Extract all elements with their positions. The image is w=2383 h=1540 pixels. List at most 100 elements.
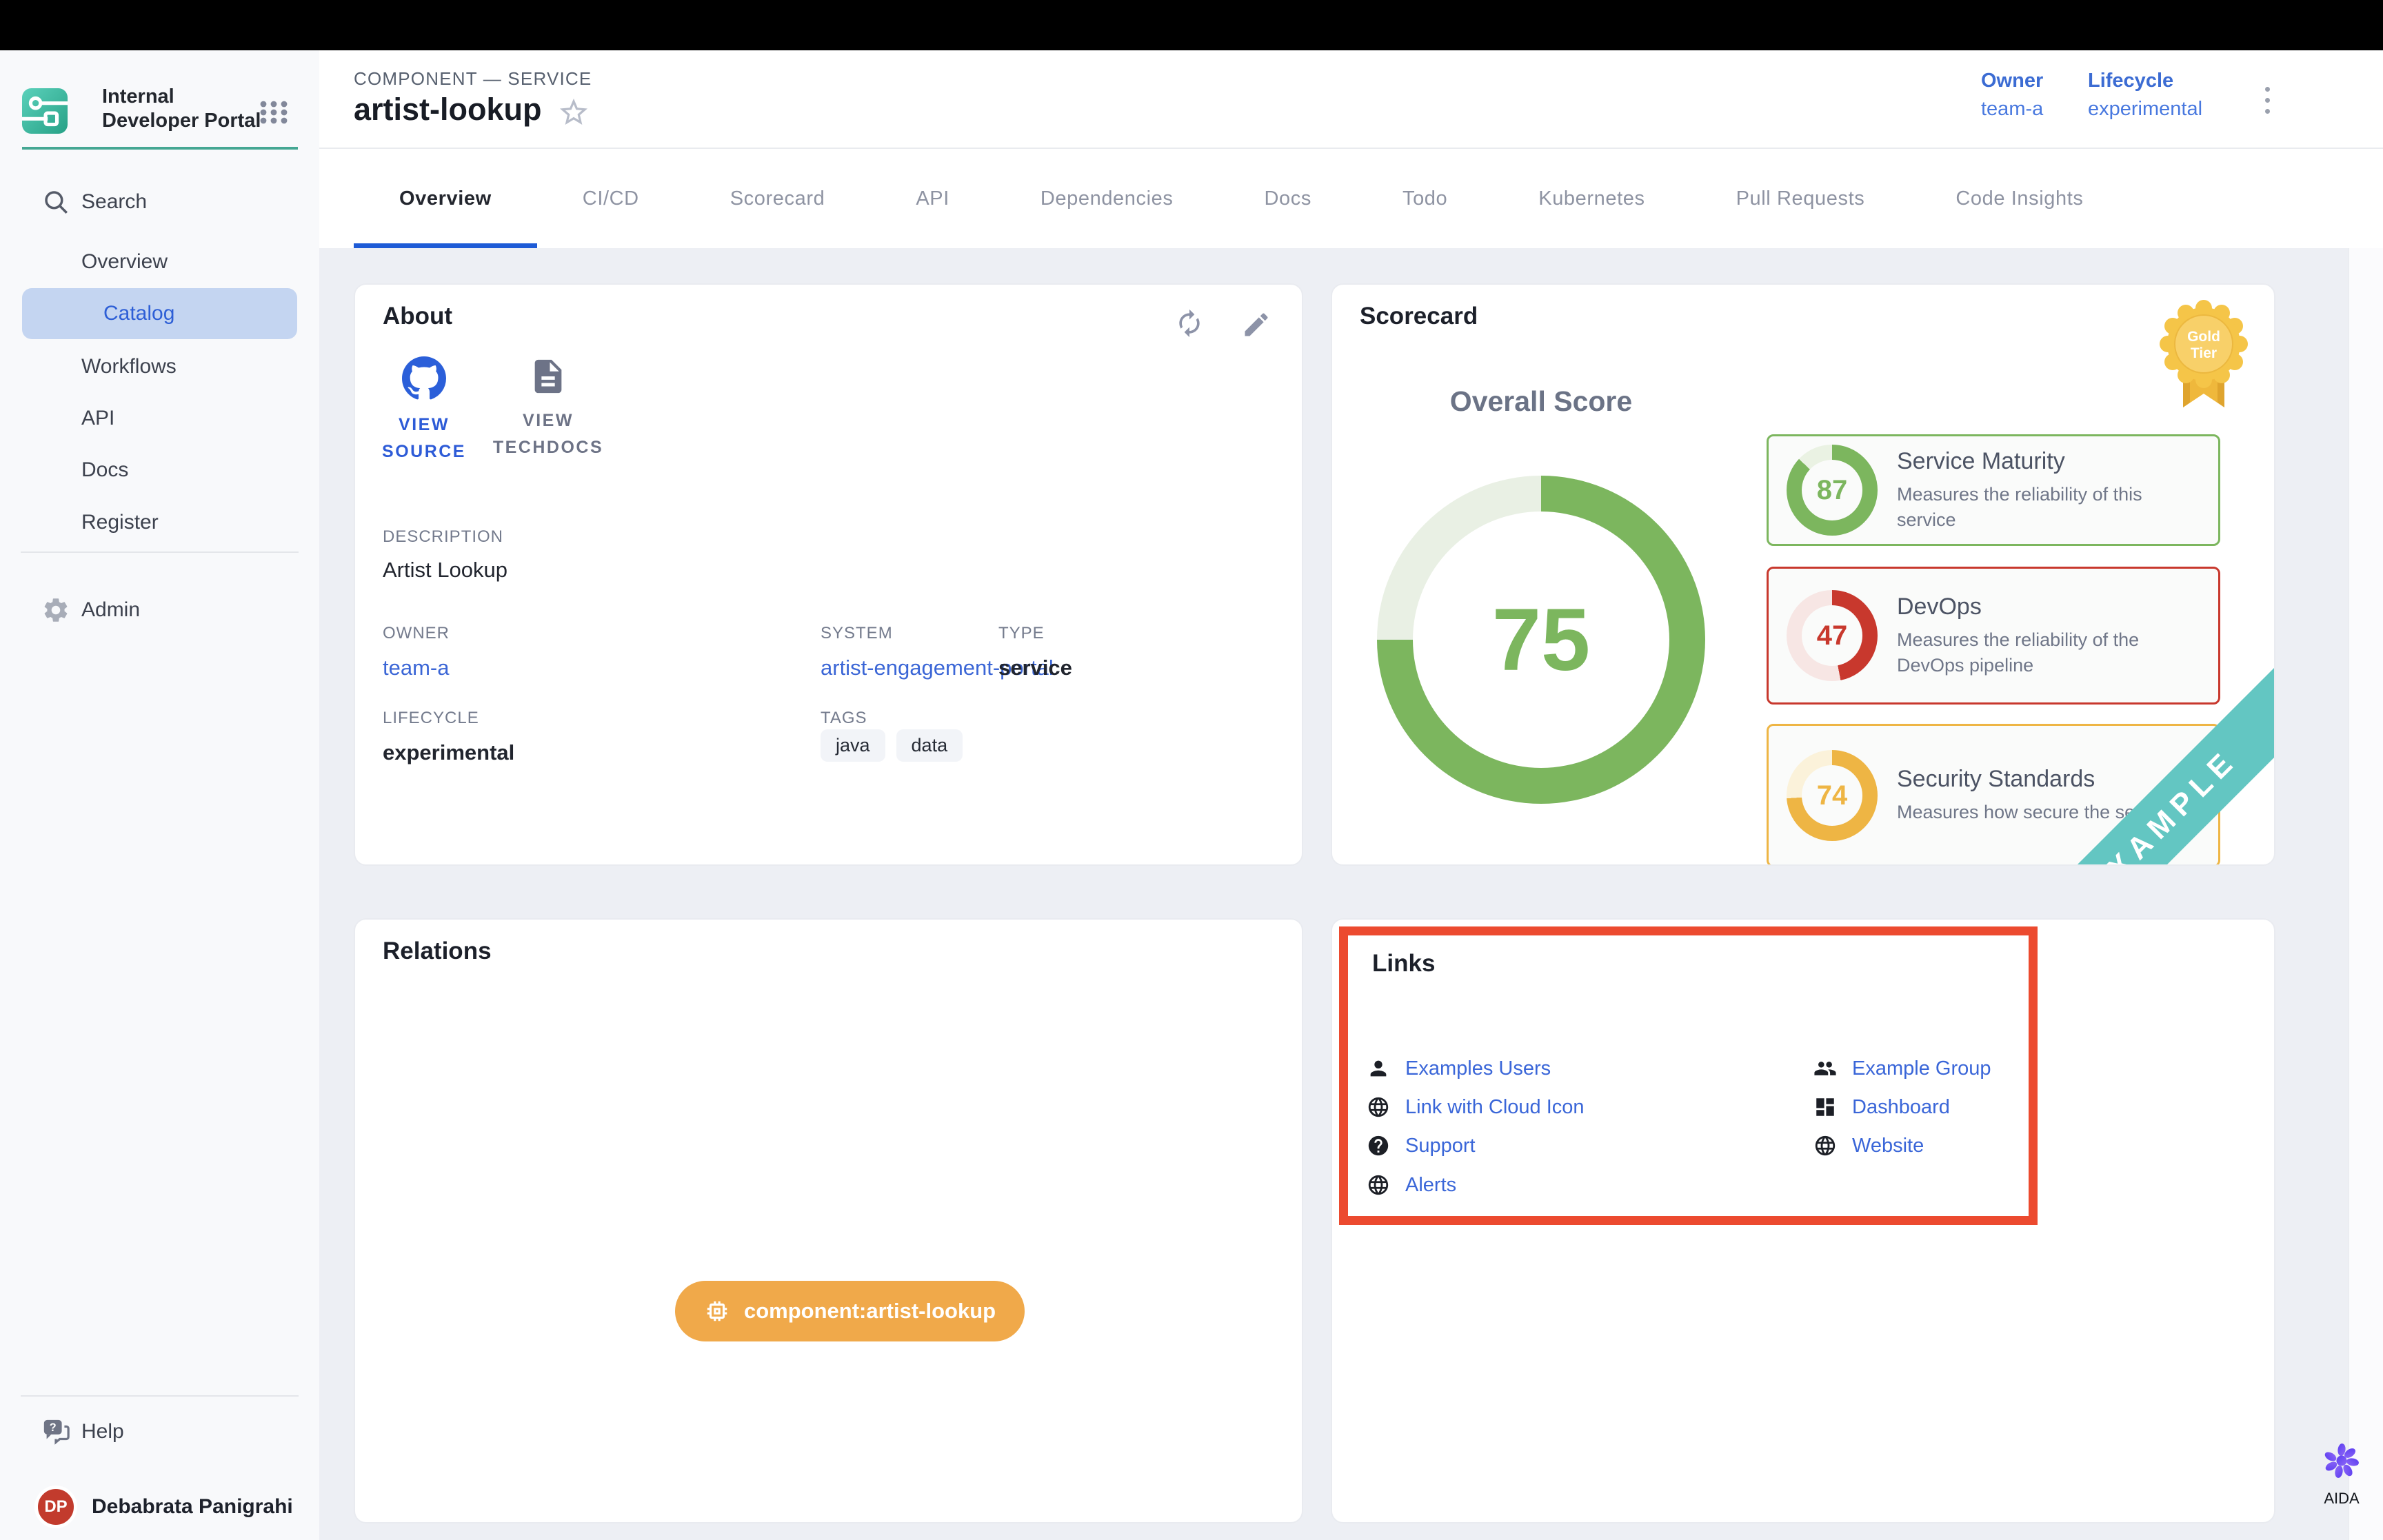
score-donut: 47: [1787, 590, 1878, 681]
score-item-devops[interactable]: 47 DevOps Measures the reliability of th…: [1767, 567, 2220, 705]
globe-icon: [1367, 1173, 1390, 1197]
search-icon: [41, 188, 70, 216]
sidebar-divider: [21, 551, 299, 553]
sidebar-item-label: Admin: [81, 598, 140, 622]
scorecard-card-title: Scorecard: [1360, 303, 1478, 330]
sidebar-item-label: Workflows: [81, 355, 177, 378]
sidebar-item-label: Register: [81, 511, 159, 534]
relations-card-title: Relations: [383, 938, 492, 965]
score-item-service-maturity[interactable]: 87 Service Maturity Measures the reliabi…: [1767, 434, 2220, 546]
sidebar-divider: [21, 1395, 299, 1397]
link-label: Support: [1405, 1135, 1476, 1157]
aida-assistant[interactable]: AIDA: [2309, 1443, 2375, 1508]
link-example-group[interactable]: Example Group: [1813, 1053, 1991, 1084]
description-label: DESCRIPTION: [383, 527, 503, 547]
tab-docs[interactable]: Docs: [1218, 149, 1356, 248]
top-black-bar: [0, 0, 2383, 50]
type-field-label: TYPE: [998, 624, 1045, 643]
favorite-star-icon[interactable]: [557, 96, 590, 129]
page-title: artist-lookup: [354, 92, 542, 128]
entity-header: COMPONENT — SERVICE artist-lookup Owner …: [319, 50, 2383, 149]
system-field-label: SYSTEM: [821, 624, 893, 643]
type-value: service: [998, 656, 1072, 680]
badge-line2: Tier: [2191, 345, 2217, 361]
sidebar-item-admin[interactable]: Admin: [0, 591, 319, 629]
sidebar-item-register[interactable]: Register: [0, 503, 319, 542]
description-value: Artist Lookup: [383, 558, 507, 582]
sidebar-item-help[interactable]: ? Help: [0, 1412, 319, 1451]
sidebar-item-label: Help: [81, 1420, 124, 1443]
view-source-button[interactable]: VIEW SOURCE: [376, 356, 472, 465]
link-cloud[interactable]: Link with Cloud Icon: [1367, 1092, 1585, 1122]
score-item-description: Measures the reliability of this service: [1897, 482, 2200, 532]
about-card-title: About: [383, 303, 452, 330]
link-label: Example Group: [1852, 1057, 1991, 1080]
sidebar-item-docs[interactable]: Docs: [0, 451, 319, 489]
dashboard-icon: [1813, 1095, 1837, 1119]
tab-code-insights[interactable]: Code Insights: [1910, 149, 2129, 248]
tags-field-label: TAGS: [821, 709, 867, 728]
sidebar-item-catalog-active[interactable]: Catalog: [22, 288, 297, 339]
about-card: About VIEW SOURCE VIEW TECHDOCS DESCRIPT…: [354, 283, 1303, 866]
breadcrumb: COMPONENT — SERVICE: [354, 68, 592, 90]
tab-cicd[interactable]: CI/CD: [537, 149, 685, 248]
link-examples-users[interactable]: Examples Users: [1367, 1053, 1551, 1084]
score-item-description: Measures how secure the ser: [1897, 800, 2141, 824]
sidebar-item-overview[interactable]: Overview: [0, 243, 319, 281]
globe-icon: [1813, 1134, 1837, 1157]
link-label: Examples Users: [1405, 1057, 1551, 1080]
sidebar-item-api[interactable]: API: [0, 399, 319, 438]
entity-tabs: Overview CI/CD Scorecard API Dependencie…: [319, 149, 2383, 248]
tab-api[interactable]: API: [870, 149, 995, 248]
link-dashboard[interactable]: Dashboard: [1813, 1092, 1950, 1122]
document-icon: [528, 356, 568, 396]
link-label: Alerts: [1405, 1174, 1456, 1197]
tab-scorecard[interactable]: Scorecard: [685, 149, 871, 248]
sidebar-item-label: Docs: [81, 458, 128, 482]
github-icon: [402, 356, 446, 401]
aida-label: AIDA: [2309, 1490, 2375, 1508]
apps-grid-icon[interactable]: [258, 96, 290, 128]
refresh-icon[interactable]: [1174, 308, 1205, 338]
tab-pull-requests[interactable]: Pull Requests: [1691, 149, 1911, 248]
chip-icon: [704, 1298, 730, 1324]
tag-chip[interactable]: data: [896, 729, 963, 762]
view-techdocs-button[interactable]: VIEW TECHDOCS: [486, 356, 610, 461]
link-support[interactable]: Support: [1367, 1131, 1476, 1161]
score-item-name: Security Standards: [1897, 766, 2141, 793]
aida-flower-icon: [2324, 1443, 2359, 1478]
gear-icon: [41, 596, 70, 625]
portal-logo: [22, 88, 68, 134]
edit-pencil-icon[interactable]: [1241, 310, 1271, 340]
score-item-name: DevOps: [1897, 594, 2200, 620]
tab-dependencies[interactable]: Dependencies: [995, 149, 1219, 248]
link-label: Website: [1852, 1135, 1924, 1157]
link-alerts[interactable]: Alerts: [1367, 1170, 1456, 1200]
gold-tier-badge: Gold Tier: [2160, 300, 2248, 421]
sidebar-item-search[interactable]: Search: [0, 183, 319, 221]
owner-meta[interactable]: Owner team-a: [1981, 70, 2043, 121]
lifecycle-label: Lifecycle: [2088, 70, 2202, 92]
owner-value[interactable]: team-a: [1981, 98, 2043, 121]
view-techdocs-label: VIEW TECHDOCS: [486, 407, 610, 461]
link-website[interactable]: Website: [1813, 1131, 1924, 1161]
more-options-kebab-icon[interactable]: [2253, 78, 2281, 122]
overall-score-value: 75: [1492, 589, 1590, 691]
relation-entity-chip[interactable]: component:artist-lookup: [675, 1281, 1025, 1341]
sidebar-item-label: Overview: [81, 250, 168, 274]
tab-todo[interactable]: Todo: [1357, 149, 1493, 248]
tab-overview[interactable]: Overview: [354, 149, 537, 248]
relation-chip-label: component:artist-lookup: [744, 1299, 996, 1324]
sidebar-item-label: API: [81, 407, 114, 430]
tag-chip[interactable]: java: [821, 729, 885, 762]
sidebar-user[interactable]: DP Debabrata Panigrahi: [0, 1483, 319, 1531]
help-chat-icon: ?: [41, 1417, 70, 1446]
tab-kubernetes[interactable]: Kubernetes: [1493, 149, 1690, 248]
link-label: Dashboard: [1852, 1096, 1950, 1119]
score-donut: 74: [1787, 750, 1878, 841]
sidebar-item-workflows[interactable]: Workflows: [0, 347, 319, 386]
scrollbar-track[interactable]: [2349, 50, 2383, 1540]
sidebar: Internal Developer Portal Search Overvie…: [0, 50, 319, 1540]
lifecycle-value: experimental: [2088, 98, 2202, 121]
owner-link[interactable]: team-a: [383, 656, 449, 680]
